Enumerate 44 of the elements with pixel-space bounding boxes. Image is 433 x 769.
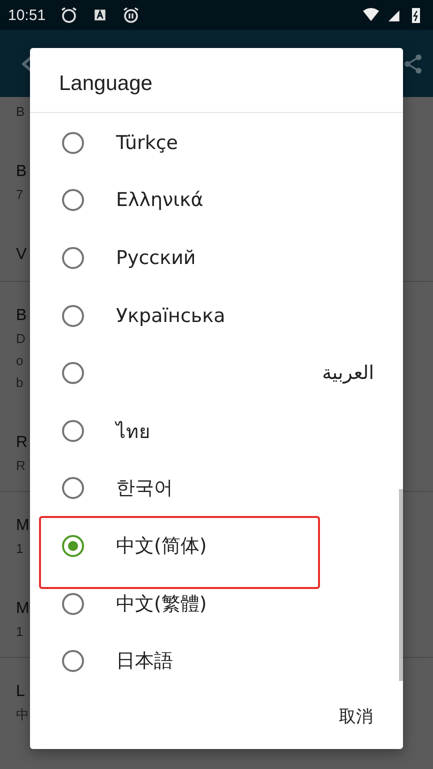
setting-title: V xyxy=(16,245,27,265)
language-option[interactable]: Türkçe xyxy=(116,132,178,154)
radio-button[interactable] xyxy=(62,650,84,672)
language-option[interactable]: 中文(简体) xyxy=(116,534,207,557)
share-icon xyxy=(403,52,423,74)
radio-button[interactable] xyxy=(62,477,84,500)
language-option[interactable]: Українська xyxy=(116,304,226,327)
dialog-title: Language xyxy=(30,48,403,113)
alarm-icon xyxy=(60,6,78,24)
cancel-button[interactable]: 取消 xyxy=(333,698,379,734)
setting-title: B xyxy=(16,306,27,326)
setting-title: B xyxy=(16,162,27,182)
radio-button[interactable] xyxy=(62,592,84,615)
radio-button[interactable] xyxy=(62,246,84,269)
language-option[interactable]: 日本語 xyxy=(116,650,173,672)
setting-summary: o xyxy=(16,352,24,370)
setting-title: L xyxy=(16,682,25,702)
setting-title: M xyxy=(16,516,30,536)
setting-title: R xyxy=(16,433,28,453)
radio-button[interactable] xyxy=(62,132,84,154)
setting-summary: 1 xyxy=(16,540,24,558)
radio-button[interactable] xyxy=(62,534,84,557)
radio-button[interactable] xyxy=(62,420,84,442)
setting-summary: B xyxy=(16,103,25,121)
setting-summary: D xyxy=(16,330,26,348)
radio-button[interactable] xyxy=(62,362,84,384)
language-option[interactable]: ไทย xyxy=(116,420,150,443)
language-option[interactable]: Ελληνικά xyxy=(116,189,204,212)
setting-summary: 1 xyxy=(16,623,24,641)
radio-button[interactable] xyxy=(62,189,84,212)
setting-title: M xyxy=(16,599,30,619)
language-option[interactable]: Русский xyxy=(116,246,196,269)
radio-button[interactable] xyxy=(62,304,84,327)
setting-summary: 7 xyxy=(16,186,24,204)
letter-icon xyxy=(92,7,108,23)
language-option[interactable]: 한국어 xyxy=(116,477,173,500)
setting-summary: R xyxy=(16,457,26,475)
setting-summary: 中 xyxy=(16,706,29,724)
language-option[interactable]: 中文(繁體) xyxy=(116,592,207,615)
language-option[interactable]: العربية xyxy=(322,362,374,384)
signal-icon xyxy=(386,8,401,22)
status-time: 10:51 xyxy=(8,6,46,24)
setting-summary: b xyxy=(16,374,24,392)
alarm-icon xyxy=(122,6,140,24)
